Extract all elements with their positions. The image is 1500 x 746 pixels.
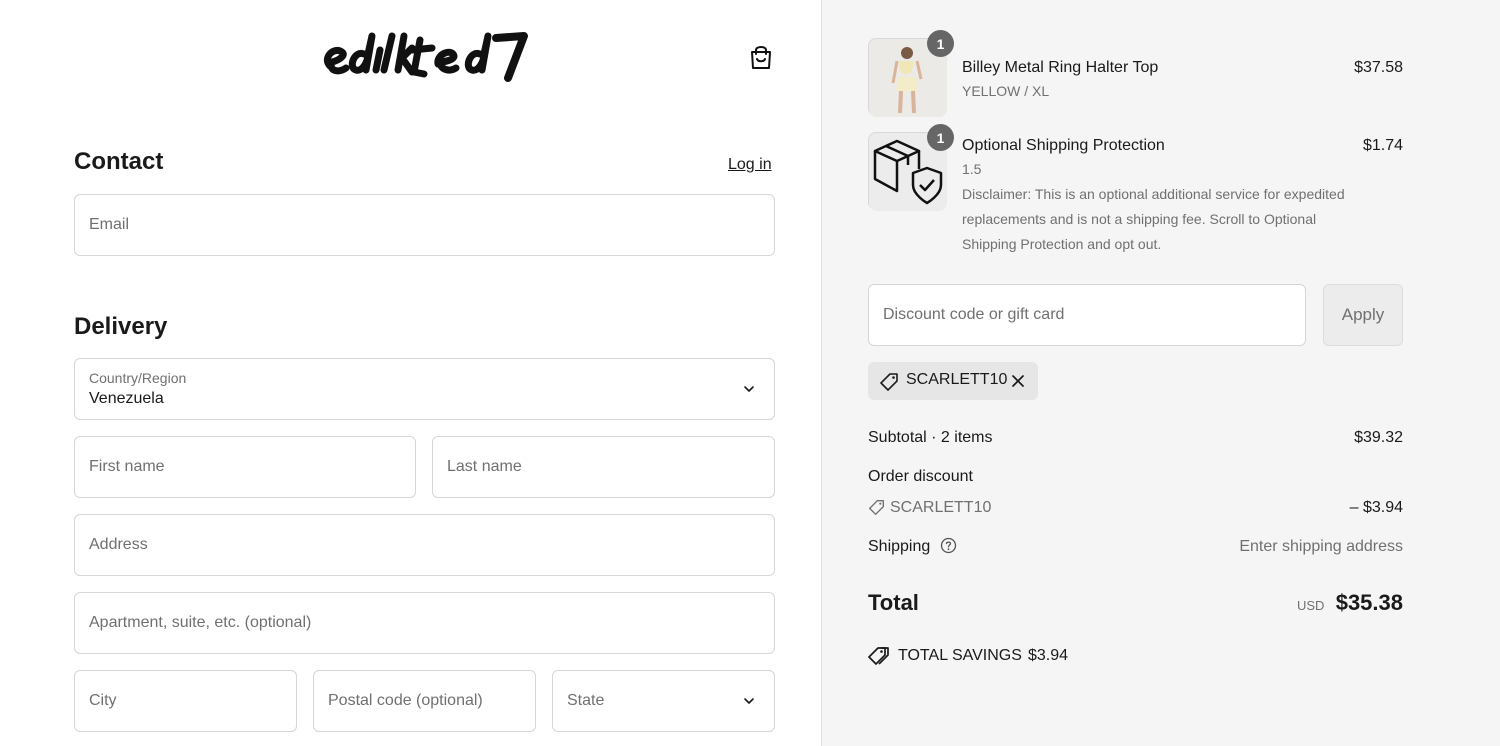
order-discount-label: Order discount xyxy=(868,468,973,485)
applied-discount-chip: SCARLETT10 xyxy=(868,362,1038,400)
subtotal-label: Subtotal · 2 items xyxy=(868,429,993,446)
total-label: Total xyxy=(868,590,919,615)
chevron-down-icon xyxy=(744,386,754,392)
first-name-placeholder: First name xyxy=(89,458,165,475)
item-price: $1.74 xyxy=(1362,137,1403,154)
country-value: Venezuela xyxy=(89,390,164,407)
country-label: Country/Region xyxy=(89,370,187,386)
savings-label: TOTAL SAVINGS xyxy=(898,647,1022,664)
shopping-bag-icon[interactable] xyxy=(746,42,776,72)
tag-icon xyxy=(869,500,884,515)
remove-code-icon[interactable] xyxy=(1010,373,1026,389)
state-select[interactable]: State xyxy=(552,670,775,732)
last-name-placeholder: Last name xyxy=(447,458,522,475)
item-name: Billey Metal Ring Halter Top xyxy=(962,59,1159,76)
last-name-field[interactable]: Last name xyxy=(432,436,775,498)
item-disclaimer: Disclaimer: This is an optional addition… xyxy=(962,186,1345,252)
item-variant: YELLOW / XL xyxy=(962,83,1050,99)
item-price: $37.58 xyxy=(1354,59,1403,76)
contact-heading: Contact xyxy=(74,148,164,175)
email-placeholder: Email xyxy=(89,216,130,233)
item-variant: 1.5 xyxy=(962,161,982,177)
quantity-badge: 1 xyxy=(927,30,954,57)
brand-logo[interactable] xyxy=(320,28,530,88)
shipping-label: Shipping xyxy=(868,538,931,555)
apartment-placeholder: Apartment, suite, etc. (optional) xyxy=(89,614,312,631)
checkout-form-panel: Contact Log in Email Delivery Country/Re… xyxy=(0,0,821,746)
help-icon[interactable] xyxy=(940,537,957,554)
login-link[interactable]: Log in xyxy=(728,156,772,174)
first-name-field[interactable]: First name xyxy=(74,436,416,498)
apartment-field[interactable]: Apartment, suite, etc. (optional) xyxy=(74,592,775,654)
savings-value: $3.94 xyxy=(1028,647,1069,664)
discount-code-label: SCARLETT10 xyxy=(890,499,992,516)
country-select[interactable]: Country/Region Venezuela xyxy=(74,358,775,420)
city-field[interactable]: City xyxy=(74,670,297,732)
shipping-value: Enter shipping address xyxy=(1239,538,1403,555)
address-placeholder: Address xyxy=(89,536,148,553)
product-image: 1 xyxy=(868,124,954,211)
chevron-down-icon xyxy=(744,698,754,704)
item-name: Optional Shipping Protection xyxy=(962,137,1165,154)
postal-code-placeholder: Postal code (optional) xyxy=(328,692,483,709)
quantity-badge: 1 xyxy=(927,124,954,151)
currency-code: USD xyxy=(1297,598,1325,613)
email-field[interactable]: Email xyxy=(74,194,775,256)
postal-code-field[interactable]: Postal code (optional) xyxy=(313,670,536,732)
order-summary-panel: 1 Billey Metal Ring Halter Top YELLOW / … xyxy=(821,0,1500,746)
product-image: 1 xyxy=(868,30,954,117)
address-field[interactable]: Address xyxy=(74,514,775,576)
discount-value: – $3.94 xyxy=(1349,499,1403,516)
applied-code-text: SCARLETT10 xyxy=(906,371,1008,388)
savings-tag-icon xyxy=(868,647,889,665)
discount-placeholder: Discount code or gift card xyxy=(883,306,1065,323)
subtotal-value: $39.32 xyxy=(1354,429,1403,446)
city-placeholder: City xyxy=(89,692,117,709)
tag-icon xyxy=(880,373,898,391)
discount-code-input[interactable]: Discount code or gift card xyxy=(868,284,1306,346)
delivery-heading: Delivery xyxy=(74,313,168,340)
state-placeholder: State xyxy=(567,692,605,709)
apply-button[interactable]: Apply xyxy=(1323,284,1403,346)
total-value: $35.38 xyxy=(1335,590,1403,615)
